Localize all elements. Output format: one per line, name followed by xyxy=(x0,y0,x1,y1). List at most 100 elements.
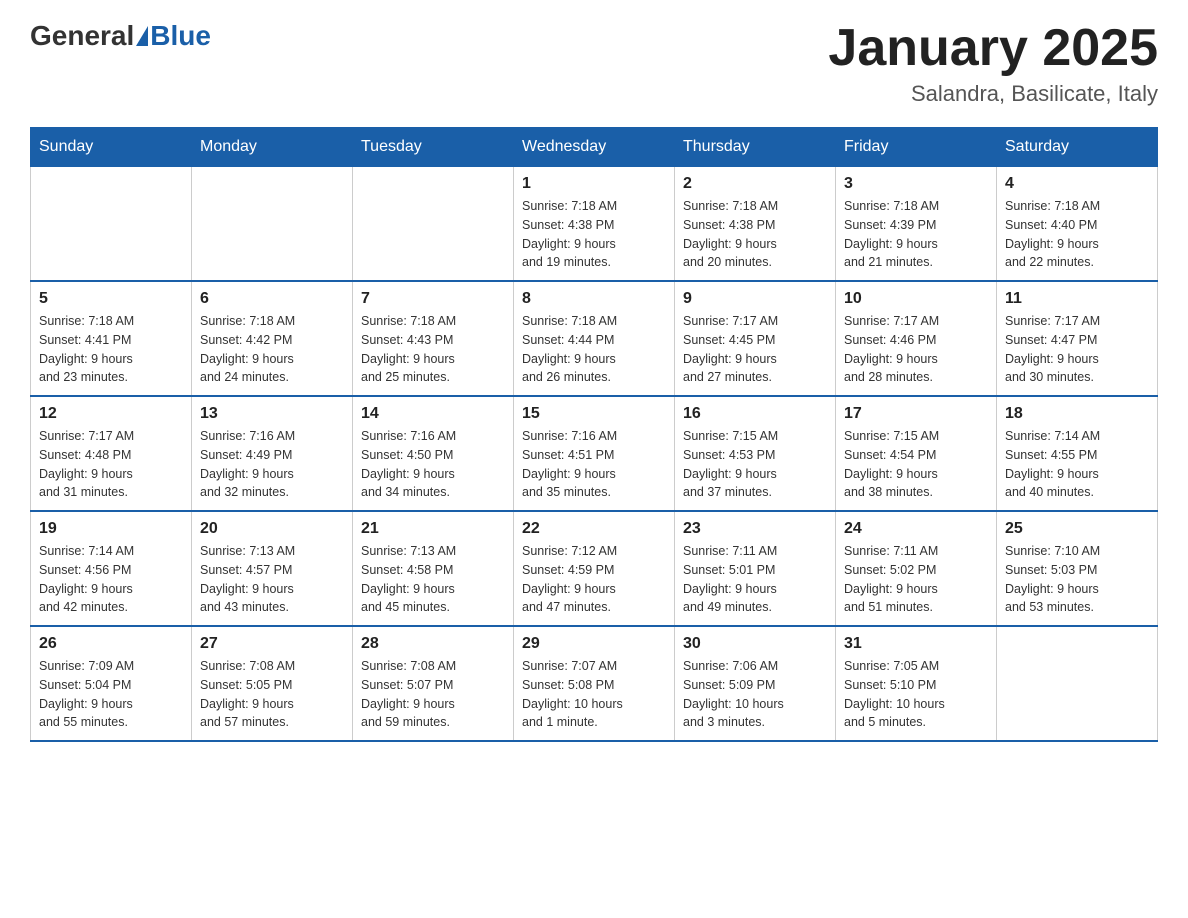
day-info: Sunrise: 7:16 AM Sunset: 4:49 PM Dayligh… xyxy=(200,427,344,502)
calendar-table: Sunday Monday Tuesday Wednesday Thursday… xyxy=(30,127,1158,742)
calendar-cell xyxy=(997,626,1158,741)
day-info: Sunrise: 7:17 AM Sunset: 4:47 PM Dayligh… xyxy=(1005,312,1149,387)
page-header: General Blue January 2025 Salandra, Basi… xyxy=(30,20,1158,107)
col-tuesday: Tuesday xyxy=(353,128,514,167)
day-info: Sunrise: 7:14 AM Sunset: 4:56 PM Dayligh… xyxy=(39,542,183,617)
day-number: 5 xyxy=(39,290,183,308)
calendar-cell: 15 Sunrise: 7:16 AM Sunset: 4:51 PM Dayli… xyxy=(514,396,675,511)
day-number: 26 xyxy=(39,635,183,653)
day-number: 24 xyxy=(844,520,988,538)
day-number: 16 xyxy=(683,405,827,423)
day-info: Sunrise: 7:18 AM Sunset: 4:38 PM Dayligh… xyxy=(522,197,666,272)
day-number: 4 xyxy=(1005,175,1149,193)
day-info: Sunrise: 7:14 AM Sunset: 4:55 PM Dayligh… xyxy=(1005,427,1149,502)
day-number: 8 xyxy=(522,290,666,308)
day-number: 11 xyxy=(1005,290,1149,308)
day-info: Sunrise: 7:18 AM Sunset: 4:43 PM Dayligh… xyxy=(361,312,505,387)
calendar-week-row: 12 Sunrise: 7:17 AM Sunset: 4:48 PM Dayli… xyxy=(31,396,1158,511)
calendar-cell: 22 Sunrise: 7:12 AM Sunset: 4:59 PM Dayli… xyxy=(514,511,675,626)
day-info: Sunrise: 7:08 AM Sunset: 5:05 PM Dayligh… xyxy=(200,657,344,732)
calendar-cell: 27Sunrise: 7:08 AM Sunset: 5:05 PM Dayli… xyxy=(192,626,353,741)
calendar-week-row: 19 Sunrise: 7:14 AM Sunset: 4:56 PM Dayli… xyxy=(31,511,1158,626)
calendar-cell: 3 Sunrise: 7:18 AM Sunset: 4:39 PM Daylig… xyxy=(836,167,997,282)
day-info: Sunrise: 7:05 AM Sunset: 5:10 PM Dayligh… xyxy=(844,657,988,732)
day-number: 13 xyxy=(200,405,344,423)
day-number: 23 xyxy=(683,520,827,538)
calendar-cell: 7 Sunrise: 7:18 AM Sunset: 4:43 PM Daylig… xyxy=(353,281,514,396)
day-info: Sunrise: 7:13 AM Sunset: 4:57 PM Dayligh… xyxy=(200,542,344,617)
calendar-cell: 23Sunrise: 7:11 AM Sunset: 5:01 PM Dayli… xyxy=(675,511,836,626)
day-info: Sunrise: 7:08 AM Sunset: 5:07 PM Dayligh… xyxy=(361,657,505,732)
calendar-cell: 6Sunrise: 7:18 AM Sunset: 4:42 PM Daylig… xyxy=(192,281,353,396)
calendar-cell xyxy=(31,167,192,282)
calendar-cell: 17 Sunrise: 7:15 AM Sunset: 4:54 PM Dayli… xyxy=(836,396,997,511)
calendar-cell: 24 Sunrise: 7:11 AM Sunset: 5:02 PM Dayli… xyxy=(836,511,997,626)
day-number: 9 xyxy=(683,290,827,308)
calendar-week-row: 26 Sunrise: 7:09 AM Sunset: 5:04 PM Dayli… xyxy=(31,626,1158,741)
calendar-cell: 30 Sunrise: 7:06 AM Sunset: 5:09 PM Dayli… xyxy=(675,626,836,741)
day-number: 10 xyxy=(844,290,988,308)
calendar-cell xyxy=(353,167,514,282)
day-number: 1 xyxy=(522,175,666,193)
day-info: Sunrise: 7:16 AM Sunset: 4:51 PM Dayligh… xyxy=(522,427,666,502)
day-number: 17 xyxy=(844,405,988,423)
day-info: Sunrise: 7:17 AM Sunset: 4:46 PM Dayligh… xyxy=(844,312,988,387)
day-info: Sunrise: 7:11 AM Sunset: 5:02 PM Dayligh… xyxy=(844,542,988,617)
logo-blue-text: Blue xyxy=(150,20,211,52)
day-number: 15 xyxy=(522,405,666,423)
calendar-cell: 21 Sunrise: 7:13 AM Sunset: 4:58 PM Dayli… xyxy=(353,511,514,626)
calendar-week-row: 1 Sunrise: 7:18 AM Sunset: 4:38 PM Daylig… xyxy=(31,167,1158,282)
day-number: 2 xyxy=(683,175,827,193)
day-number: 20 xyxy=(200,520,344,538)
day-info: Sunrise: 7:09 AM Sunset: 5:04 PM Dayligh… xyxy=(39,657,183,732)
calendar-cell: 25Sunrise: 7:10 AM Sunset: 5:03 PM Dayli… xyxy=(997,511,1158,626)
calendar-cell xyxy=(192,167,353,282)
col-sunday: Sunday xyxy=(31,128,192,167)
day-info: Sunrise: 7:18 AM Sunset: 4:40 PM Dayligh… xyxy=(1005,197,1149,272)
logo: General Blue xyxy=(30,20,211,52)
day-info: Sunrise: 7:12 AM Sunset: 4:59 PM Dayligh… xyxy=(522,542,666,617)
day-info: Sunrise: 7:17 AM Sunset: 4:48 PM Dayligh… xyxy=(39,427,183,502)
calendar-cell: 13 Sunrise: 7:16 AM Sunset: 4:49 PM Dayli… xyxy=(192,396,353,511)
day-number: 28 xyxy=(361,635,505,653)
calendar-cell: 16 Sunrise: 7:15 AM Sunset: 4:53 PM Dayli… xyxy=(675,396,836,511)
day-number: 30 xyxy=(683,635,827,653)
month-title: January 2025 xyxy=(828,20,1158,77)
day-info: Sunrise: 7:17 AM Sunset: 4:45 PM Dayligh… xyxy=(683,312,827,387)
title-section: January 2025 Salandra, Basilicate, Italy xyxy=(828,20,1158,107)
calendar-cell: 26 Sunrise: 7:09 AM Sunset: 5:04 PM Dayli… xyxy=(31,626,192,741)
day-info: Sunrise: 7:07 AM Sunset: 5:08 PM Dayligh… xyxy=(522,657,666,732)
day-info: Sunrise: 7:15 AM Sunset: 4:54 PM Dayligh… xyxy=(844,427,988,502)
day-info: Sunrise: 7:18 AM Sunset: 4:44 PM Dayligh… xyxy=(522,312,666,387)
calendar-cell: 19 Sunrise: 7:14 AM Sunset: 4:56 PM Dayli… xyxy=(31,511,192,626)
day-info: Sunrise: 7:16 AM Sunset: 4:50 PM Dayligh… xyxy=(361,427,505,502)
day-info: Sunrise: 7:06 AM Sunset: 5:09 PM Dayligh… xyxy=(683,657,827,732)
day-number: 12 xyxy=(39,405,183,423)
calendar-week-row: 5Sunrise: 7:18 AM Sunset: 4:41 PM Daylig… xyxy=(31,281,1158,396)
day-number: 29 xyxy=(522,635,666,653)
day-number: 7 xyxy=(361,290,505,308)
calendar-cell: 9 Sunrise: 7:17 AM Sunset: 4:45 PM Daylig… xyxy=(675,281,836,396)
calendar-cell: 2Sunrise: 7:18 AM Sunset: 4:38 PM Daylig… xyxy=(675,167,836,282)
logo-general-text: General xyxy=(30,20,134,52)
day-number: 6 xyxy=(200,290,344,308)
calendar-cell: 18Sunrise: 7:14 AM Sunset: 4:55 PM Dayli… xyxy=(997,396,1158,511)
col-friday: Friday xyxy=(836,128,997,167)
day-info: Sunrise: 7:13 AM Sunset: 4:58 PM Dayligh… xyxy=(361,542,505,617)
day-number: 25 xyxy=(1005,520,1149,538)
calendar-cell: 12 Sunrise: 7:17 AM Sunset: 4:48 PM Dayli… xyxy=(31,396,192,511)
day-number: 22 xyxy=(522,520,666,538)
day-info: Sunrise: 7:18 AM Sunset: 4:39 PM Dayligh… xyxy=(844,197,988,272)
calendar-cell: 5Sunrise: 7:18 AM Sunset: 4:41 PM Daylig… xyxy=(31,281,192,396)
calendar-body: 1 Sunrise: 7:18 AM Sunset: 4:38 PM Daylig… xyxy=(31,167,1158,742)
calendar-cell: 29 Sunrise: 7:07 AM Sunset: 5:08 PM Dayli… xyxy=(514,626,675,741)
col-saturday: Saturday xyxy=(997,128,1158,167)
day-number: 21 xyxy=(361,520,505,538)
day-number: 19 xyxy=(39,520,183,538)
calendar-cell: 31Sunrise: 7:05 AM Sunset: 5:10 PM Dayli… xyxy=(836,626,997,741)
day-info: Sunrise: 7:15 AM Sunset: 4:53 PM Dayligh… xyxy=(683,427,827,502)
day-number: 3 xyxy=(844,175,988,193)
calendar-cell: 4 Sunrise: 7:18 AM Sunset: 4:40 PM Daylig… xyxy=(997,167,1158,282)
calendar-cell: 8 Sunrise: 7:18 AM Sunset: 4:44 PM Daylig… xyxy=(514,281,675,396)
col-wednesday: Wednesday xyxy=(514,128,675,167)
